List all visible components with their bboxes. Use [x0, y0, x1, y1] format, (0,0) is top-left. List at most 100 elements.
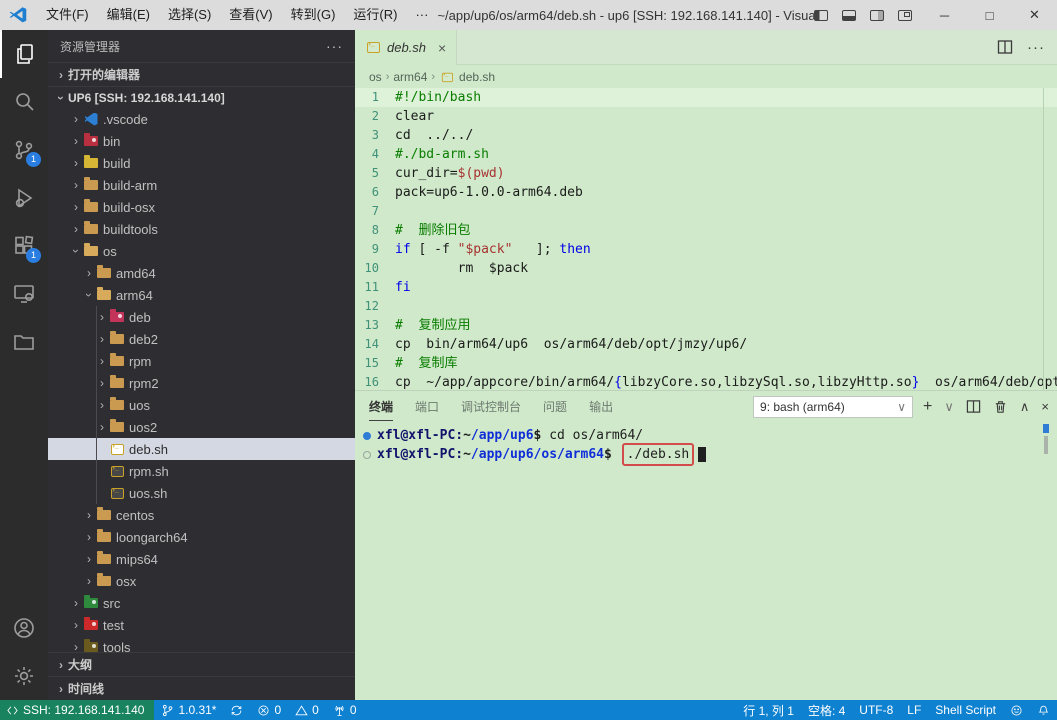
- status-sync[interactable]: [223, 700, 250, 720]
- toggle-panel-icon[interactable]: [842, 10, 856, 21]
- open-editors-section[interactable]: › 打开的编辑器: [48, 62, 355, 86]
- chevron-right-icon[interactable]: ›: [95, 332, 109, 346]
- tree-item-arm64[interactable]: ›arm64: [48, 284, 355, 306]
- code-line-8[interactable]: 8# 删除旧包: [355, 221, 1057, 240]
- breadcrumb-item-deb-sh[interactable]: deb.sh: [459, 70, 495, 84]
- explorer-more-actions-icon[interactable]: ···: [326, 38, 343, 54]
- code-line-5[interactable]: 5cur_dir=$(pwd): [355, 164, 1057, 183]
- chevron-right-icon[interactable]: ›: [69, 200, 83, 214]
- tree-item-build-osx[interactable]: ›build-osx: [48, 196, 355, 218]
- status-remote[interactable]: SSH: 192.168.141.140: [0, 700, 154, 720]
- chevron-right-icon[interactable]: ›: [69, 134, 83, 148]
- panel-tab-debug-console[interactable]: 调试控制台: [461, 392, 521, 421]
- tree-item-tools[interactable]: ›tools: [48, 636, 355, 652]
- activitybar-accounts[interactable]: [0, 604, 48, 652]
- terminal-scrollbar[interactable]: [1044, 436, 1048, 454]
- chevron-right-icon[interactable]: ›: [82, 266, 96, 280]
- code-editor[interactable]: 1#!/bin/bash2clear3cd ../../4#./bd-arm.s…: [355, 88, 1057, 390]
- toggle-secondary-sidebar-icon[interactable]: [870, 10, 884, 21]
- code-line-16[interactable]: 16cp ~/app/appcore/bin/arm64/{libzyCore.…: [355, 373, 1057, 390]
- chevron-right-icon[interactable]: ›: [95, 398, 109, 412]
- code-line-15[interactable]: 15# 复制库: [355, 354, 1057, 373]
- tree-item-uos2[interactable]: ›uos2: [48, 416, 355, 438]
- menu-run[interactable]: 运行(R): [344, 0, 406, 30]
- tree-item-loongarch64[interactable]: ›loongarch64: [48, 526, 355, 548]
- tree-item-osx[interactable]: ›osx: [48, 570, 355, 592]
- code-line-11[interactable]: 11fi: [355, 278, 1057, 297]
- editor-scrollbar[interactable]: [1043, 88, 1044, 390]
- code-line-1[interactable]: 1#!/bin/bash: [355, 88, 1057, 107]
- tree-item-build[interactable]: ›build: [48, 152, 355, 174]
- panel-tab-terminal[interactable]: 终端: [369, 392, 393, 421]
- menu-selection[interactable]: 选择(S): [159, 0, 220, 30]
- minimize-button[interactable]: ─: [922, 0, 967, 30]
- breadcrumb-item-os[interactable]: os: [369, 70, 382, 84]
- status-cursor-position[interactable]: 行 1, 列 1: [736, 700, 801, 720]
- new-terminal-dropdown-icon[interactable]: ∨: [944, 399, 954, 415]
- chevron-right-icon[interactable]: ›: [69, 222, 83, 236]
- toggle-sidebar-icon[interactable]: [814, 10, 828, 21]
- chevron-right-icon[interactable]: ›: [69, 156, 83, 170]
- activitybar-remote-explorer[interactable]: [0, 270, 48, 318]
- chevron-right-icon[interactable]: ›: [69, 112, 83, 126]
- status-errors[interactable]: 0: [250, 700, 288, 720]
- status-notifications[interactable]: [1030, 700, 1057, 720]
- menu-view[interactable]: 查看(V): [220, 0, 281, 30]
- close-panel-icon[interactable]: ×: [1041, 399, 1049, 414]
- tree-item-src[interactable]: ›src: [48, 592, 355, 614]
- customize-layout-icon[interactable]: [898, 10, 912, 21]
- terminal[interactable]: xfl@xfl-PC:~/app/up6$ cd os/arm64/xfl@xf…: [355, 422, 1057, 464]
- status-warnings[interactable]: 0: [288, 700, 326, 720]
- editor-more-actions-icon[interactable]: ···: [1027, 39, 1045, 56]
- tree-item-uos[interactable]: ›uos: [48, 394, 355, 416]
- activitybar-explorer[interactable]: [0, 30, 48, 78]
- split-terminal-icon[interactable]: [966, 399, 981, 414]
- status-ports-forwarded[interactable]: 0: [326, 700, 364, 720]
- tree-item-deb-sh[interactable]: deb.sh: [48, 438, 355, 460]
- outline-section[interactable]: › 大纲: [48, 652, 355, 676]
- tree-item-mips64[interactable]: ›mips64: [48, 548, 355, 570]
- tree-item-deb2[interactable]: ›deb2: [48, 328, 355, 350]
- maximize-button[interactable]: □: [967, 0, 1012, 30]
- status-language-mode[interactable]: Shell Script: [928, 700, 1003, 720]
- chevron-right-icon[interactable]: ›: [95, 354, 109, 368]
- split-editor-icon[interactable]: [997, 39, 1013, 55]
- tab-close-icon[interactable]: ×: [438, 40, 446, 56]
- maximize-panel-icon[interactable]: ∧: [1020, 399, 1030, 415]
- tree-item-centos[interactable]: ›centos: [48, 504, 355, 526]
- code-line-2[interactable]: 2clear: [355, 107, 1057, 126]
- tree-item-amd64[interactable]: ›amd64: [48, 262, 355, 284]
- code-line-12[interactable]: 12: [355, 297, 1057, 316]
- code-line-10[interactable]: 10 rm $pack: [355, 259, 1057, 278]
- command-pending-decoration-icon[interactable]: [363, 451, 371, 459]
- chevron-right-icon[interactable]: ›: [69, 618, 83, 632]
- code-line-4[interactable]: 4#./bd-arm.sh: [355, 145, 1057, 164]
- activitybar-extensions[interactable]: 1: [0, 222, 48, 270]
- tree-item-deb[interactable]: ›deb: [48, 306, 355, 328]
- terminal-selector[interactable]: 9: bash (arm64) ∨: [753, 396, 913, 418]
- activitybar-source-control[interactable]: 1: [0, 126, 48, 174]
- chevron-right-icon[interactable]: ›: [69, 596, 83, 610]
- kill-terminal-icon[interactable]: [993, 399, 1008, 414]
- tree-item-rpm[interactable]: ›rpm: [48, 350, 355, 372]
- chevron-right-icon[interactable]: ›: [95, 310, 109, 324]
- code-line-9[interactable]: 9if [ -f "$pack" ]; then: [355, 240, 1057, 259]
- tab-deb-sh[interactable]: deb.sh ×: [355, 30, 457, 65]
- tree-item--vscode[interactable]: ›.vscode: [48, 108, 355, 130]
- menu-edit[interactable]: 编辑(E): [98, 0, 159, 30]
- chevron-right-icon[interactable]: ›: [82, 508, 96, 522]
- status-indentation[interactable]: 空格: 4: [801, 700, 852, 720]
- workspace-root[interactable]: › UP6 [SSH: 192.168.141.140]: [48, 86, 355, 108]
- status-git-branch[interactable]: 1.0.31*: [154, 700, 223, 720]
- menu-goto[interactable]: 转到(G): [282, 0, 345, 30]
- activitybar-settings[interactable]: [0, 652, 48, 700]
- code-line-14[interactable]: 14cp bin/arm64/up6 os/arm64/deb/opt/jmzy…: [355, 335, 1057, 354]
- menu-file[interactable]: 文件(F): [37, 0, 98, 30]
- activitybar-file-folder[interactable]: [0, 318, 48, 366]
- tree-item-buildtools[interactable]: ›buildtools: [48, 218, 355, 240]
- chevron-right-icon[interactable]: ›: [82, 574, 96, 588]
- chevron-down-icon[interactable]: ›: [82, 288, 96, 302]
- tree-item-build-arm[interactable]: ›build-arm: [48, 174, 355, 196]
- tree-item-os[interactable]: ›os: [48, 240, 355, 262]
- chevron-right-icon[interactable]: ›: [69, 178, 83, 192]
